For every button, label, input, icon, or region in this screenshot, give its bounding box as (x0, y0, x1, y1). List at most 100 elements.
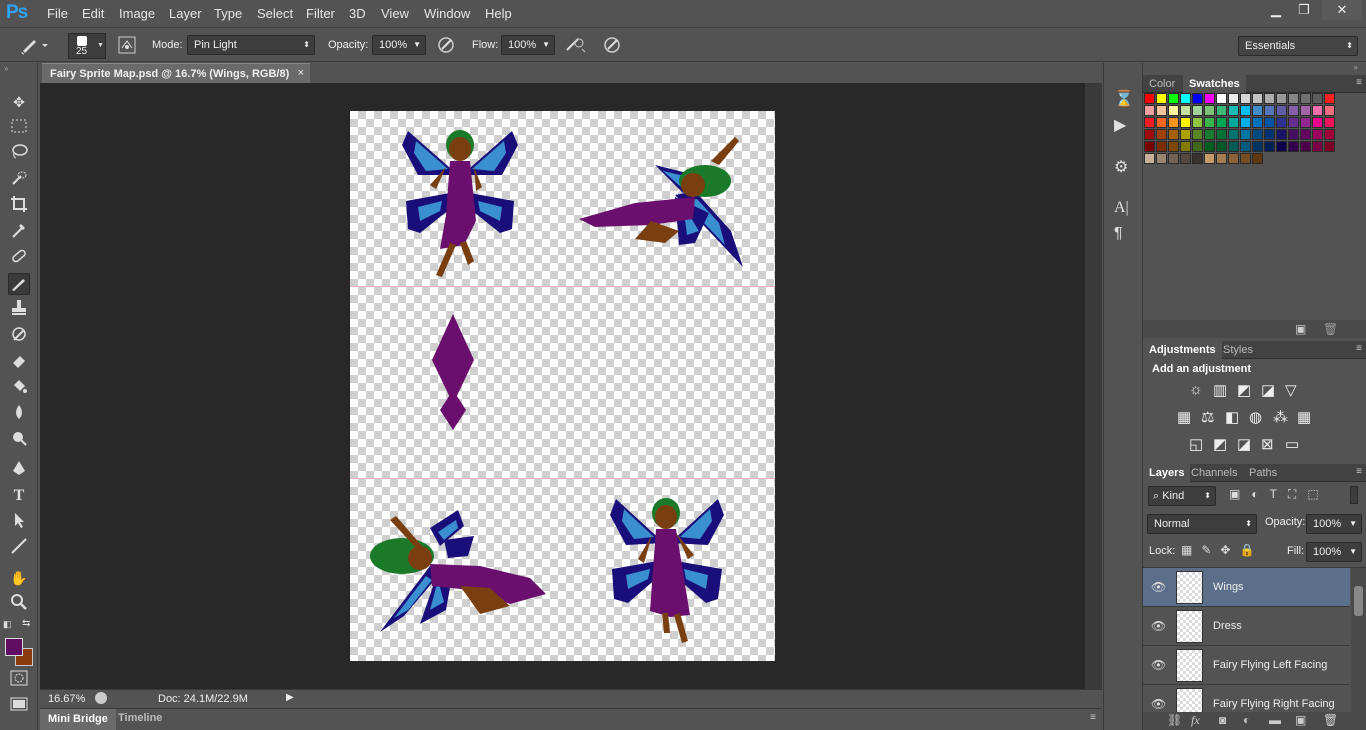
add-mask-icon[interactable]: ◙ (1219, 713, 1226, 727)
color-swatch[interactable] (1216, 153, 1227, 164)
crop-tool-icon[interactable] (8, 195, 30, 217)
pen-tool-icon[interactable] (8, 459, 30, 481)
menu-layer[interactable]: Layer (169, 6, 202, 21)
menu-select[interactable]: Select (257, 6, 293, 21)
color-swatch[interactable] (1300, 141, 1311, 152)
brush-preset-icon[interactable] (20, 35, 48, 59)
properties-icon[interactable]: ⚙ (1114, 157, 1128, 177)
pressure-opacity-icon[interactable] (436, 35, 456, 59)
color-swatch[interactable] (1276, 93, 1287, 104)
menu-type[interactable]: Type (214, 6, 242, 21)
color-swatch[interactable] (1216, 129, 1227, 140)
color-swatch[interactable] (1192, 153, 1203, 164)
color-swatch[interactable] (1216, 105, 1227, 116)
color-swatch[interactable] (1288, 141, 1299, 152)
color-swatch[interactable] (1264, 105, 1275, 116)
color-swatch[interactable] (1144, 105, 1155, 116)
close-button[interactable]: ✕ (1322, 0, 1362, 20)
color-swatch[interactable] (1252, 105, 1263, 116)
color-swatch[interactable] (1192, 105, 1203, 116)
color-swatch[interactable] (1240, 141, 1251, 152)
lock-icons[interactable]: ▦✎✥🔒 (1181, 543, 1263, 557)
document-canvas[interactable] (350, 111, 775, 661)
color-swatch[interactable] (1264, 141, 1275, 152)
color-swatch[interactable] (1228, 153, 1239, 164)
close-tab-icon[interactable]: × (298, 67, 304, 79)
path-selection-tool-icon[interactable] (8, 511, 30, 533)
scroll-thumb[interactable] (1354, 586, 1363, 616)
canvas-workspace[interactable] (40, 83, 1085, 689)
color-swatch[interactable] (1240, 117, 1251, 128)
menu-view[interactable]: View (381, 6, 409, 21)
color-swatch[interactable] (1156, 117, 1167, 128)
panel-menu-icon[interactable]: ≡ (1356, 343, 1362, 354)
color-swatch[interactable] (1168, 105, 1179, 116)
color-swatch[interactable] (1168, 93, 1179, 104)
color-swatch[interactable] (1192, 129, 1203, 140)
color-swatch[interactable] (1240, 129, 1251, 140)
color-swatch[interactable] (1324, 129, 1335, 140)
layer-filter-dropdown[interactable]: ⌕ Kind ⬍ (1148, 486, 1216, 506)
brush-size-picker[interactable]: 25 ▼ (68, 33, 106, 59)
fill-field[interactable]: 100% ▼ (1306, 542, 1362, 562)
tab-mini-bridge[interactable]: Mini Bridge (40, 709, 116, 730)
color-swatch[interactable] (1312, 129, 1323, 140)
quick-mask-icon[interactable] (8, 670, 30, 692)
lasso-tool-icon[interactable] (8, 143, 30, 165)
foreground-color-swatch[interactable] (5, 638, 23, 656)
color-swatch[interactable] (1168, 153, 1179, 164)
black-white-icon[interactable]: ◧ (1225, 408, 1239, 426)
history-icon[interactable]: ⌛ (1114, 89, 1134, 109)
menu-3d[interactable]: 3D (349, 6, 366, 21)
new-layer-icon[interactable]: ▣ (1295, 713, 1306, 727)
dodge-tool-icon[interactable] (8, 429, 30, 451)
color-swatch[interactable] (1312, 117, 1323, 128)
tab-color[interactable]: Color (1143, 75, 1181, 93)
color-swatch[interactable] (1144, 93, 1155, 104)
tab-timeline[interactable]: Timeline (118, 712, 162, 724)
marquee-tool-icon[interactable] (8, 117, 30, 139)
tab-paths[interactable]: Paths (1243, 464, 1283, 482)
color-swatch[interactable] (1276, 129, 1287, 140)
color-swatch[interactable] (1168, 129, 1179, 140)
color-balance-icon[interactable]: ⚖ (1201, 408, 1214, 426)
selective-color-icon[interactable]: ⊠ (1261, 435, 1274, 453)
menu-window[interactable]: Window (424, 6, 470, 21)
color-swatch[interactable] (1156, 105, 1167, 116)
color-swatch[interactable] (1180, 153, 1191, 164)
levels-icon[interactable]: ▥ (1213, 381, 1227, 399)
visibility-eye-icon[interactable]: 👁 (1151, 619, 1166, 633)
menu-image[interactable]: Image (119, 6, 155, 21)
color-swatch[interactable] (1264, 117, 1275, 128)
color-swatch[interactable] (1192, 141, 1203, 152)
visibility-eye-icon[interactable]: 👁 (1151, 697, 1166, 711)
layers-scrollbar[interactable] (1351, 568, 1366, 712)
color-swatch[interactable] (1300, 93, 1311, 104)
color-swatch[interactable] (1204, 93, 1215, 104)
color-swatch[interactable] (1180, 117, 1191, 128)
color-swatch[interactable] (1204, 129, 1215, 140)
color-swatch[interactable] (1168, 117, 1179, 128)
color-swatch[interactable] (1288, 105, 1299, 116)
color-swatch[interactable] (1264, 129, 1275, 140)
flow-field[interactable]: 100% ▼ (501, 35, 555, 55)
color-swatch[interactable] (1252, 141, 1263, 152)
healing-brush-tool-icon[interactable] (8, 247, 30, 269)
color-swatch[interactable] (1168, 141, 1179, 152)
color-swatch[interactable] (1300, 105, 1311, 116)
color-swatch[interactable] (1252, 93, 1263, 104)
blend-mode-dropdown[interactable]: Normal ⬍ (1147, 514, 1257, 534)
menu-help[interactable]: Help (485, 6, 512, 21)
color-swatch[interactable] (1240, 153, 1251, 164)
tab-channels[interactable]: Channels (1185, 464, 1243, 482)
layer-row[interactable]: 👁 Fairy Flying Right Facing (1143, 685, 1350, 712)
color-swatch[interactable] (1252, 117, 1263, 128)
panel-menu-icon[interactable]: ≡ (1090, 712, 1096, 723)
default-colors-icon[interactable]: ◧ (3, 619, 12, 630)
color-swatch[interactable] (1180, 141, 1191, 152)
color-swatch[interactable] (1144, 129, 1155, 140)
new-swatch-icon[interactable]: ▣ (1295, 322, 1306, 336)
menu-edit[interactable]: Edit (82, 6, 104, 21)
airbrush-icon[interactable] (564, 35, 586, 59)
link-layers-icon[interactable]: ⛓ (1167, 713, 1182, 727)
